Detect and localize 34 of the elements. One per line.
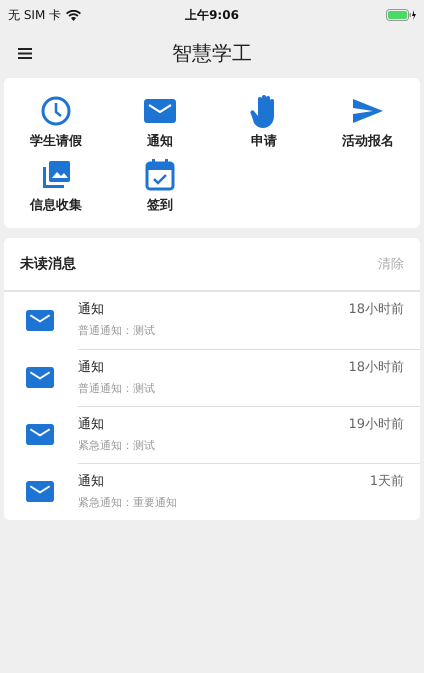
message-time: 1天前 <box>370 473 404 491</box>
message-time: 19小时前 <box>348 416 404 434</box>
envelope-icon <box>144 99 176 123</box>
menu-tile[interactable]: 活动报名 <box>316 94 420 150</box>
message-preview: 普通通知：测试 <box>78 323 155 338</box>
battery-icon <box>386 9 416 21</box>
photos-icon <box>40 159 72 191</box>
message-time: 18小时前 <box>348 301 404 319</box>
message-title: 通知 <box>78 301 105 318</box>
envelope-icon <box>26 310 54 331</box>
envelope-icon <box>26 367 54 388</box>
envelope-icon <box>26 424 54 445</box>
section-title: 未读消息 <box>20 255 76 273</box>
message-title: 通知 <box>78 416 105 433</box>
send-icon <box>351 97 385 125</box>
clock-icon <box>40 95 72 127</box>
message-preview: 紧急通知：测试 <box>78 438 155 453</box>
message-preview: 紧急通知：重要通知 <box>78 495 177 510</box>
status-time: 上午9:06 <box>185 6 239 24</box>
menu-icon[interactable] <box>18 48 32 58</box>
menu-tile[interactable]: 通知 <box>108 94 212 150</box>
menu-tile[interactable]: 学生请假 <box>4 94 108 150</box>
menu-tile[interactable]: 申请 <box>212 94 316 150</box>
menu-tile[interactable]: 信息收集 <box>4 158 108 214</box>
calendar-check-icon <box>145 159 175 191</box>
carrier-label: 无 SIM 卡 <box>8 6 62 24</box>
message-preview: 普通通知：测试 <box>78 381 155 396</box>
message-title: 通知 <box>78 473 105 490</box>
menu-tile[interactable]: 签到 <box>108 158 212 214</box>
message-title: 通知 <box>78 359 105 376</box>
page-title: 智慧学工 <box>172 40 252 66</box>
envelope-icon <box>26 481 54 502</box>
message-time: 18小时前 <box>348 359 404 377</box>
wifi-icon <box>66 10 82 20</box>
